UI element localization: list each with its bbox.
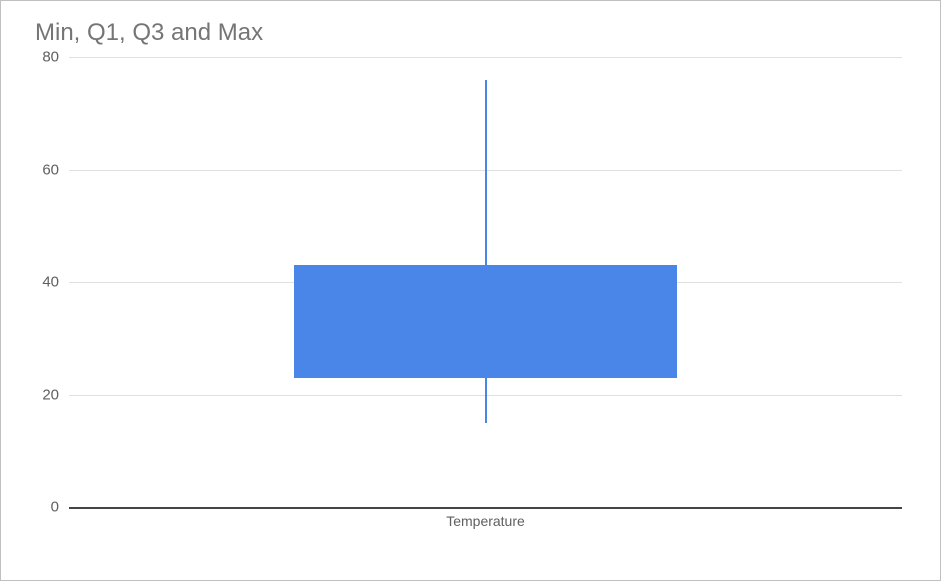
chart-container: Min, Q1, Q3 and Max 020406080 Temperatur… bbox=[1, 1, 940, 580]
y-tick-label: 60 bbox=[29, 161, 59, 178]
box-rect bbox=[294, 265, 677, 378]
plot-wrapper: 020406080 Temperature bbox=[69, 57, 902, 537]
gridline bbox=[69, 57, 902, 58]
y-tick-label: 40 bbox=[29, 274, 59, 291]
plot-area: 020406080 bbox=[69, 57, 902, 507]
y-tick-label: 80 bbox=[29, 49, 59, 66]
y-tick-label: 20 bbox=[29, 386, 59, 403]
chart-title: Min, Q1, Q3 and Max bbox=[35, 19, 912, 47]
y-tick-label: 0 bbox=[29, 499, 59, 516]
x-axis-label: Temperature bbox=[446, 513, 525, 529]
x-axis-baseline bbox=[69, 507, 902, 509]
